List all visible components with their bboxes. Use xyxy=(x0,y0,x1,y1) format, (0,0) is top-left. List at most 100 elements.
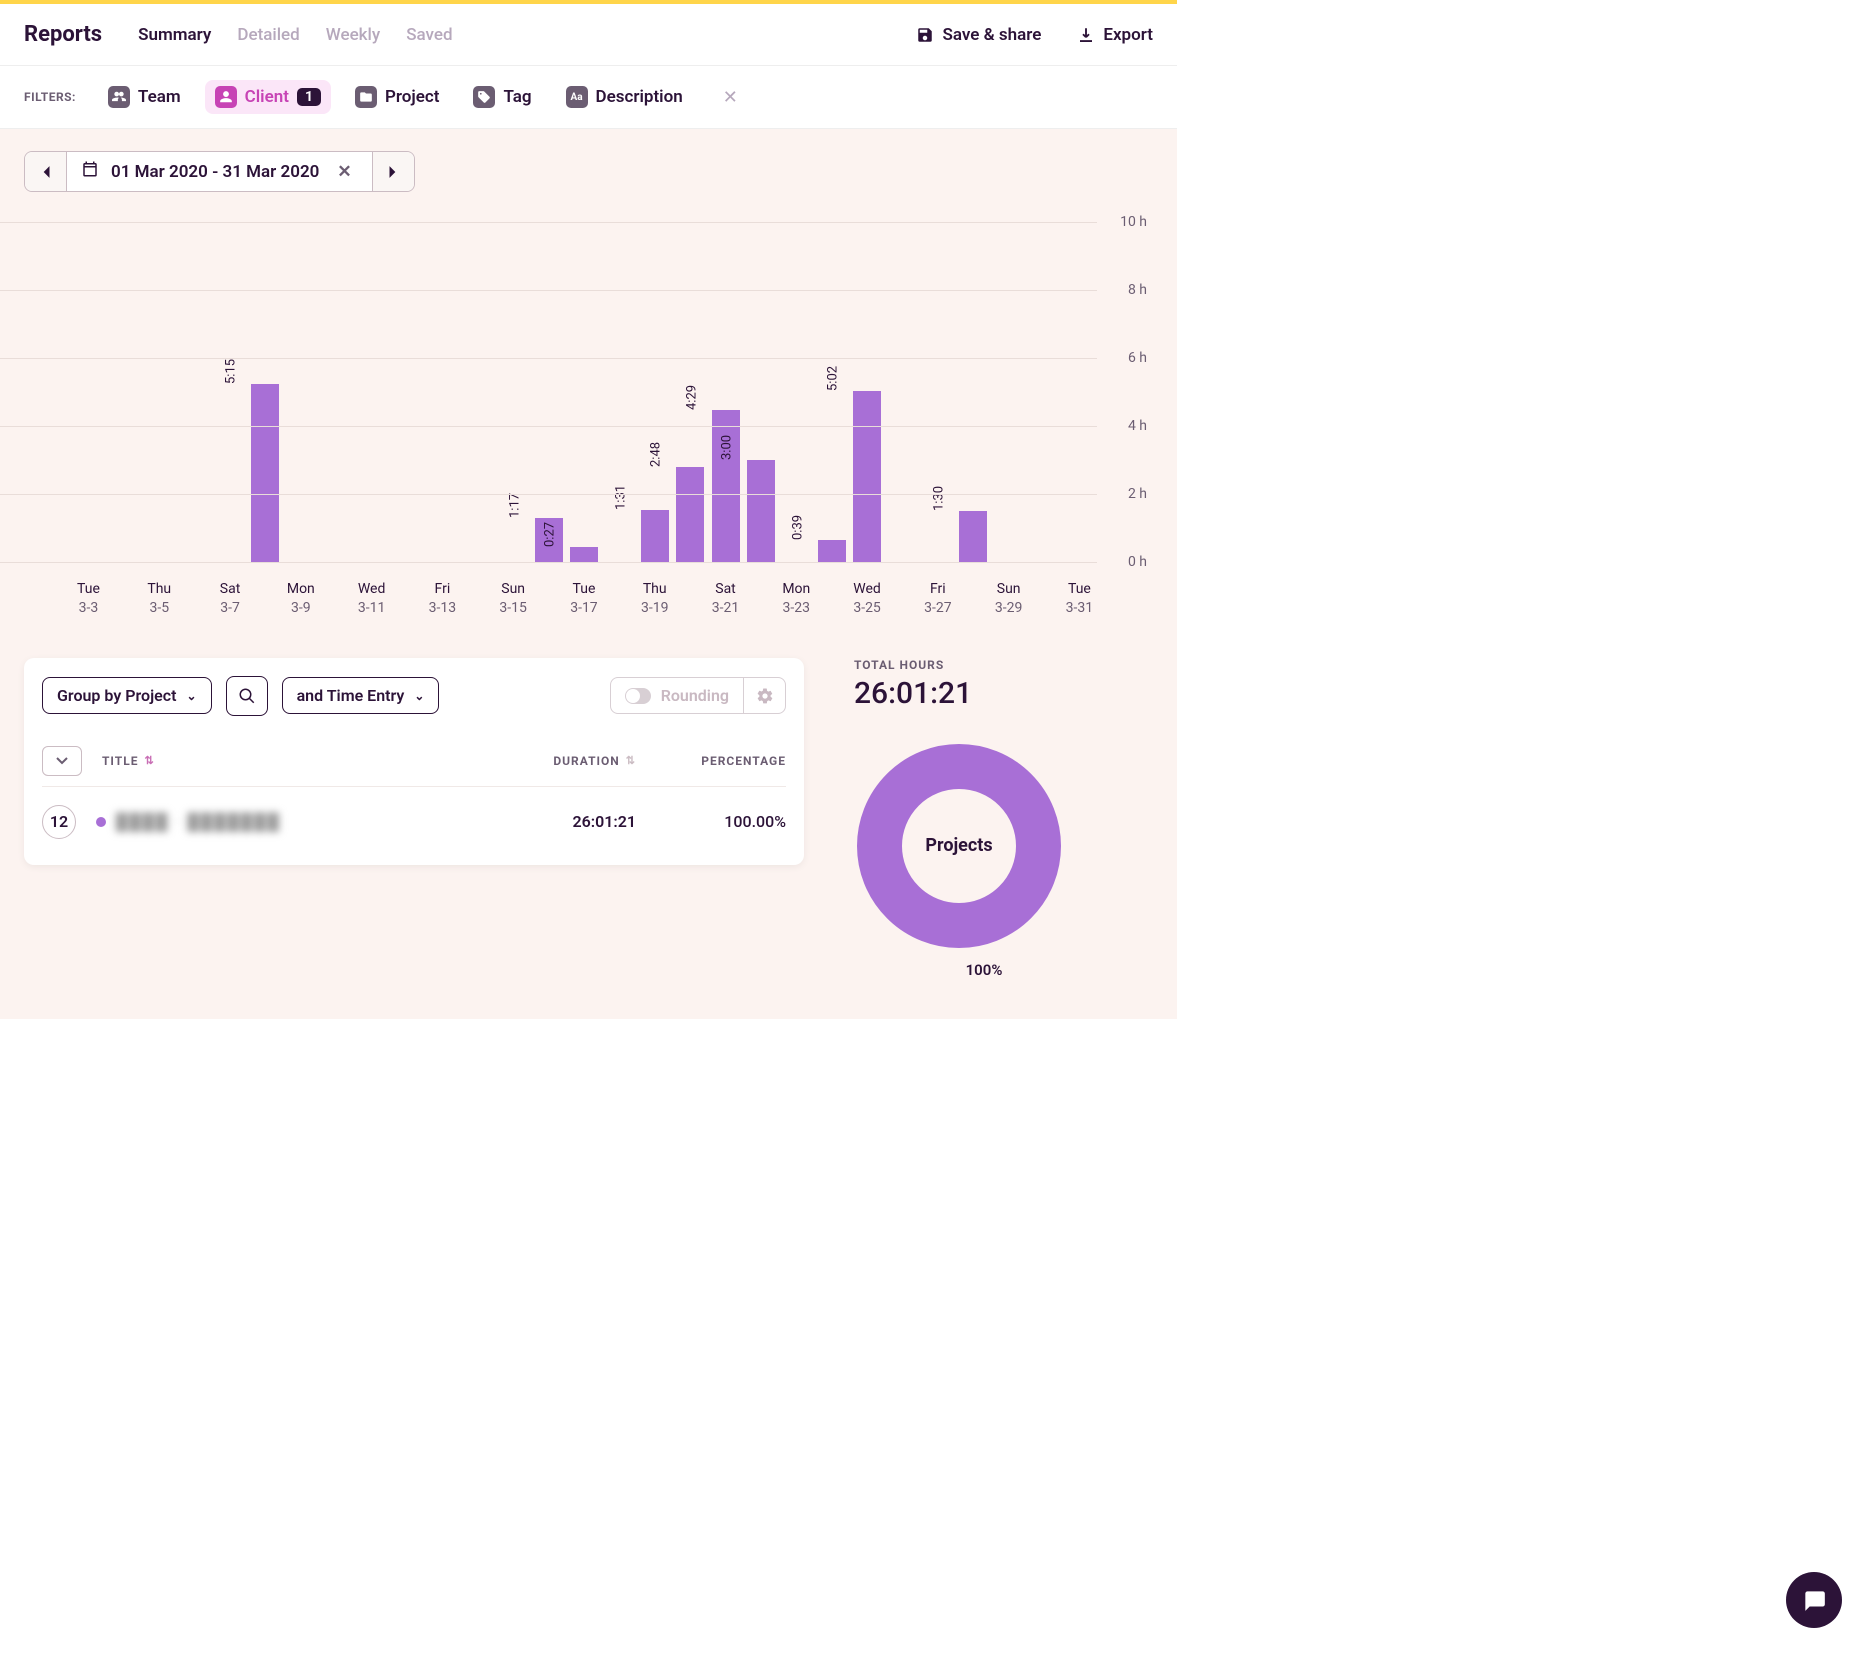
save-share-button[interactable]: Save & share xyxy=(916,25,1041,45)
filter-description[interactable]: AaDescription xyxy=(556,80,693,114)
date-next-button[interactable] xyxy=(372,152,414,191)
bar-value-label: 1:31 xyxy=(613,485,628,510)
date-clear-button[interactable]: ✕ xyxy=(331,162,357,182)
bar[interactable]: 0:27 xyxy=(570,547,598,562)
x-tick: Sun3-15 xyxy=(495,580,530,618)
header: Reports Summary Detailed Weekly Saved Save … xyxy=(0,4,1177,66)
column-title[interactable]: TITLE ⇅ xyxy=(102,754,456,768)
x-tick: Mon3-9 xyxy=(283,580,318,618)
sort-icon: ⇅ xyxy=(626,754,636,768)
calendar-icon xyxy=(81,160,99,183)
description-icon: Aa xyxy=(566,86,588,108)
download-icon xyxy=(1077,26,1095,44)
projects-donut-chart: Projects xyxy=(854,741,1064,951)
chevron-left-icon xyxy=(41,165,51,179)
tag-icon xyxy=(473,86,495,108)
x-tick: Sat3-21 xyxy=(708,580,743,618)
tab-weekly[interactable]: Weekly xyxy=(326,25,380,45)
hours-bar-chart: 5:151:170:271:312:484:293:000:395:021:30… xyxy=(0,222,1153,618)
bar-value-label: 1:17 xyxy=(507,493,522,518)
expand-all-button[interactable] xyxy=(42,746,82,776)
bar-value-label: 2:48 xyxy=(649,442,664,467)
chevron-down-icon: ⌄ xyxy=(187,689,197,703)
project-color-dot xyxy=(96,817,106,827)
date-range-picker: 01 Mar 2020 - 31 Mar 2020 ✕ xyxy=(24,151,415,192)
bar[interactable]: 5:02 xyxy=(853,391,881,562)
filter-client[interactable]: Client1 xyxy=(205,80,331,114)
date-range-text: 01 Mar 2020 - 31 Mar 2020 xyxy=(111,162,319,182)
filters-bar: FILTERS: TeamClient1ProjectTagAaDescript… xyxy=(0,66,1177,129)
x-tick: Tue3-17 xyxy=(566,580,601,618)
x-tick xyxy=(248,580,283,618)
chevron-right-icon xyxy=(388,165,398,179)
tab-saved[interactable]: Saved xyxy=(406,25,452,45)
group-by-select[interactable]: Group by Project ⌄ xyxy=(42,677,212,714)
x-tick xyxy=(0,580,35,618)
table-row[interactable]: 12████ · ███████26:01:21100.00% xyxy=(42,786,786,847)
gear-icon xyxy=(756,687,774,705)
date-range-button[interactable]: 01 Mar 2020 - 31 Mar 2020 ✕ xyxy=(67,152,372,191)
tab-detailed[interactable]: Detailed xyxy=(237,25,299,45)
x-tick xyxy=(389,580,424,618)
team-icon xyxy=(108,86,130,108)
row-percentage: 100.00% xyxy=(636,812,786,831)
y-tick-label: 4 h xyxy=(1128,418,1147,434)
chevron-down-icon xyxy=(56,756,68,766)
rounding-settings-button[interactable] xyxy=(743,678,785,713)
y-tick-label: 10 h xyxy=(1120,214,1147,230)
chat-fab[interactable] xyxy=(1786,1572,1842,1628)
sub-group-select[interactable]: and Time Entry ⌄ xyxy=(282,677,440,714)
bar[interactable]: 4:29 xyxy=(712,410,740,562)
page-title: Reports xyxy=(24,22,102,47)
x-tick xyxy=(1026,580,1061,618)
save-icon xyxy=(916,26,934,44)
y-tick-label: 2 h xyxy=(1128,486,1147,502)
x-tick xyxy=(319,580,354,618)
bar-value-label: 5:02 xyxy=(826,366,841,391)
row-title: ████ · ███████ xyxy=(96,812,456,832)
filter-tag[interactable]: Tag xyxy=(463,80,541,114)
rounding-toggle[interactable]: Rounding xyxy=(611,678,743,713)
x-tick: Wed3-25 xyxy=(849,580,884,618)
x-tick xyxy=(460,580,495,618)
column-duration[interactable]: DURATION ⇅ xyxy=(456,754,636,768)
search-icon xyxy=(238,687,256,705)
bar-value-label: 0:39 xyxy=(790,515,805,540)
bar[interactable]: 1:31 xyxy=(641,510,669,562)
export-button[interactable]: Export xyxy=(1077,25,1153,45)
x-tick xyxy=(885,580,920,618)
bar[interactable]: 1:30 xyxy=(959,511,987,562)
x-tick: Thu3-5 xyxy=(142,580,177,618)
toggle-icon xyxy=(625,688,651,704)
summary-panel: Group by Project ⌄ and Time Entry ⌄ Roun… xyxy=(24,658,804,865)
x-tick: Sun3-29 xyxy=(991,580,1026,618)
y-tick-label: 0 h xyxy=(1128,554,1147,570)
tab-summary[interactable]: Summary xyxy=(138,25,211,45)
x-tick: Sat3-7 xyxy=(212,580,247,618)
chevron-down-icon: ⌄ xyxy=(414,689,424,703)
x-tick xyxy=(672,580,707,618)
client-icon xyxy=(215,86,237,108)
column-percentage[interactable]: PERCENTAGE xyxy=(636,754,786,768)
row-duration: 26:01:21 xyxy=(456,812,636,831)
bar[interactable]: 3:00 xyxy=(747,460,775,562)
clear-filter-button[interactable]: ✕ xyxy=(715,87,746,108)
x-tick: Mon3-23 xyxy=(779,580,814,618)
x-tick xyxy=(956,580,991,618)
x-tick xyxy=(814,580,849,618)
x-tick xyxy=(177,580,212,618)
filter-badge: 1 xyxy=(297,88,321,106)
search-button[interactable] xyxy=(226,676,268,716)
date-prev-button[interactable] xyxy=(25,152,67,191)
filter-project[interactable]: Project xyxy=(345,80,449,114)
bar[interactable]: 2:48 xyxy=(676,467,704,562)
x-tick xyxy=(531,580,566,618)
bar[interactable]: 0:39 xyxy=(818,540,846,562)
bar-value-label: 0:27 xyxy=(542,522,557,547)
x-tick xyxy=(743,580,778,618)
bar[interactable]: 5:15 xyxy=(251,384,279,563)
bar-value-label: 3:00 xyxy=(719,435,734,460)
x-tick: Tue3-31 xyxy=(1062,580,1097,618)
donut-center-label: Projects xyxy=(854,741,1064,951)
filter-team[interactable]: Team xyxy=(98,80,191,114)
